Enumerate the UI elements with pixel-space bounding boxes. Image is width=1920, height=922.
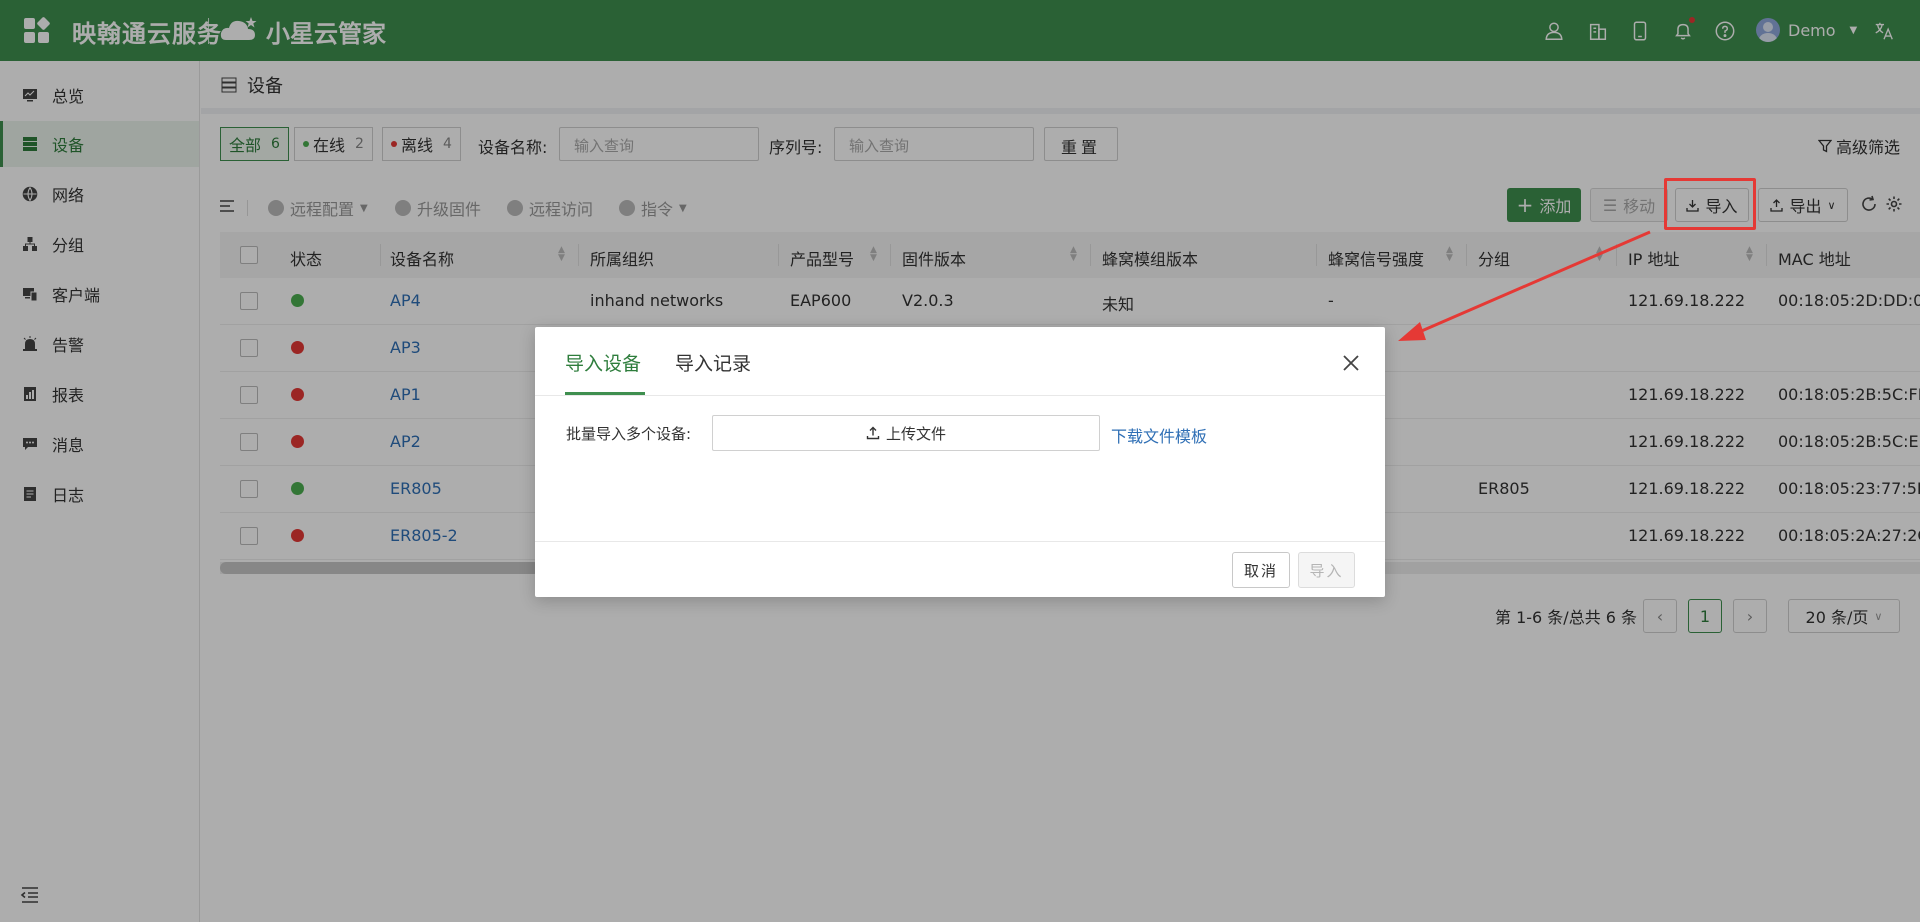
tab-import-records[interactable]: 导入记录 — [675, 349, 751, 376]
upload-icon — [866, 426, 880, 440]
batch-import-label: 批量导入多个设备: — [566, 425, 692, 443]
close-icon[interactable] — [1339, 351, 1363, 375]
confirm-import-button[interactable]: 导入 — [1298, 552, 1355, 588]
upload-file-button[interactable]: 上传文件 — [712, 415, 1100, 451]
cancel-button[interactable]: 取消 — [1232, 552, 1290, 588]
download-template-link[interactable]: 下载文件模板 — [1111, 423, 1207, 447]
import-highlight-box — [1664, 178, 1756, 230]
dialog-footer-divider — [535, 541, 1385, 542]
dialog-divider — [535, 395, 1385, 396]
import-device-dialog: 导入设备 导入记录 批量导入多个设备: 上传文件 下载文件模板 取消 导入 — [535, 327, 1385, 597]
tab-import-device[interactable]: 导入设备 — [565, 349, 641, 376]
upload-label: 上传文件 — [885, 424, 946, 443]
